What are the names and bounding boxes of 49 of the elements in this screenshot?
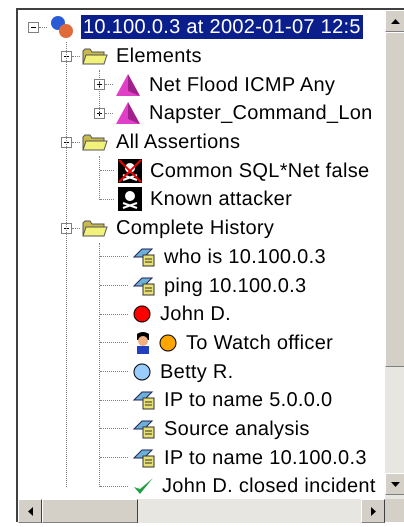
card-icon xyxy=(132,390,156,410)
tree-item-label[interactable]: To Watch officer xyxy=(184,330,336,355)
card-icon xyxy=(132,418,156,439)
tree-item-label[interactable]: 10.100.0.3 at 2002-01-07 12:5 xyxy=(81,15,363,40)
folder-icon xyxy=(82,132,108,152)
tree-item-label[interactable]: All Assertions xyxy=(114,130,242,154)
down-arrow-icon xyxy=(390,482,400,486)
triangle-icon xyxy=(115,72,141,97)
tree-item-label[interactable]: ping 10.100.0.3 xyxy=(162,274,308,298)
expand-toggle[interactable] xyxy=(94,108,105,119)
tree-item-label[interactable]: Source analysis xyxy=(162,416,312,441)
tree-item-label[interactable]: John D. closed incident xyxy=(160,474,378,498)
tree-item-label[interactable]: IP to name 5.0.0.0 xyxy=(162,388,334,412)
tree-item-label[interactable]: Known attacker xyxy=(148,187,294,212)
scroll-up-button[interactable] xyxy=(385,10,404,32)
right-arrow-icon xyxy=(370,506,376,516)
tree-item-label[interactable]: who is 10.100.0.3 xyxy=(162,244,328,269)
crossed-skull-icon xyxy=(118,158,142,183)
up-arrow-icon xyxy=(390,18,400,24)
folder-icon xyxy=(82,46,108,66)
vertical-scrollbar[interactable] xyxy=(385,10,404,499)
tree-item-label[interactable]: John D. xyxy=(158,302,234,326)
scroll-thumb[interactable] xyxy=(42,499,138,523)
tree-item-label[interactable]: Napster_Command_Lon xyxy=(147,101,375,126)
scroll-left-button[interactable] xyxy=(18,499,42,523)
collapse-toggle[interactable] xyxy=(28,22,39,33)
left-arrow-icon xyxy=(28,506,32,516)
tree-item-label[interactable]: Complete History xyxy=(114,216,276,240)
spheres-icon xyxy=(49,15,75,40)
card-icon xyxy=(132,276,156,296)
tree-item-label[interactable]: Elements xyxy=(114,44,204,68)
scroll-thumb[interactable] xyxy=(385,32,404,367)
horizontal-scrollbar[interactable] xyxy=(18,499,385,523)
card-icon xyxy=(132,246,156,267)
collapse-toggle[interactable] xyxy=(61,222,72,234)
folder-icon xyxy=(82,218,108,238)
collapse-toggle[interactable] xyxy=(61,136,72,148)
collapse-toggle[interactable] xyxy=(61,50,72,62)
tree-item-label[interactable]: Betty R. xyxy=(158,360,236,384)
triangle-icon xyxy=(115,101,141,126)
tree-item-label[interactable]: Net Flood ICMP Any xyxy=(147,72,338,97)
card-icon xyxy=(132,448,156,468)
tree-item-label[interactable]: Common SQL*Net false xyxy=(148,158,372,183)
scroll-down-button[interactable] xyxy=(385,473,404,495)
tree-item-label[interactable]: IP to name 10.100.0.3 xyxy=(162,446,369,470)
skull-icon xyxy=(118,187,142,212)
scroll-right-button[interactable] xyxy=(361,499,385,523)
expand-toggle[interactable] xyxy=(94,79,105,90)
checkmark-icon xyxy=(132,476,154,496)
